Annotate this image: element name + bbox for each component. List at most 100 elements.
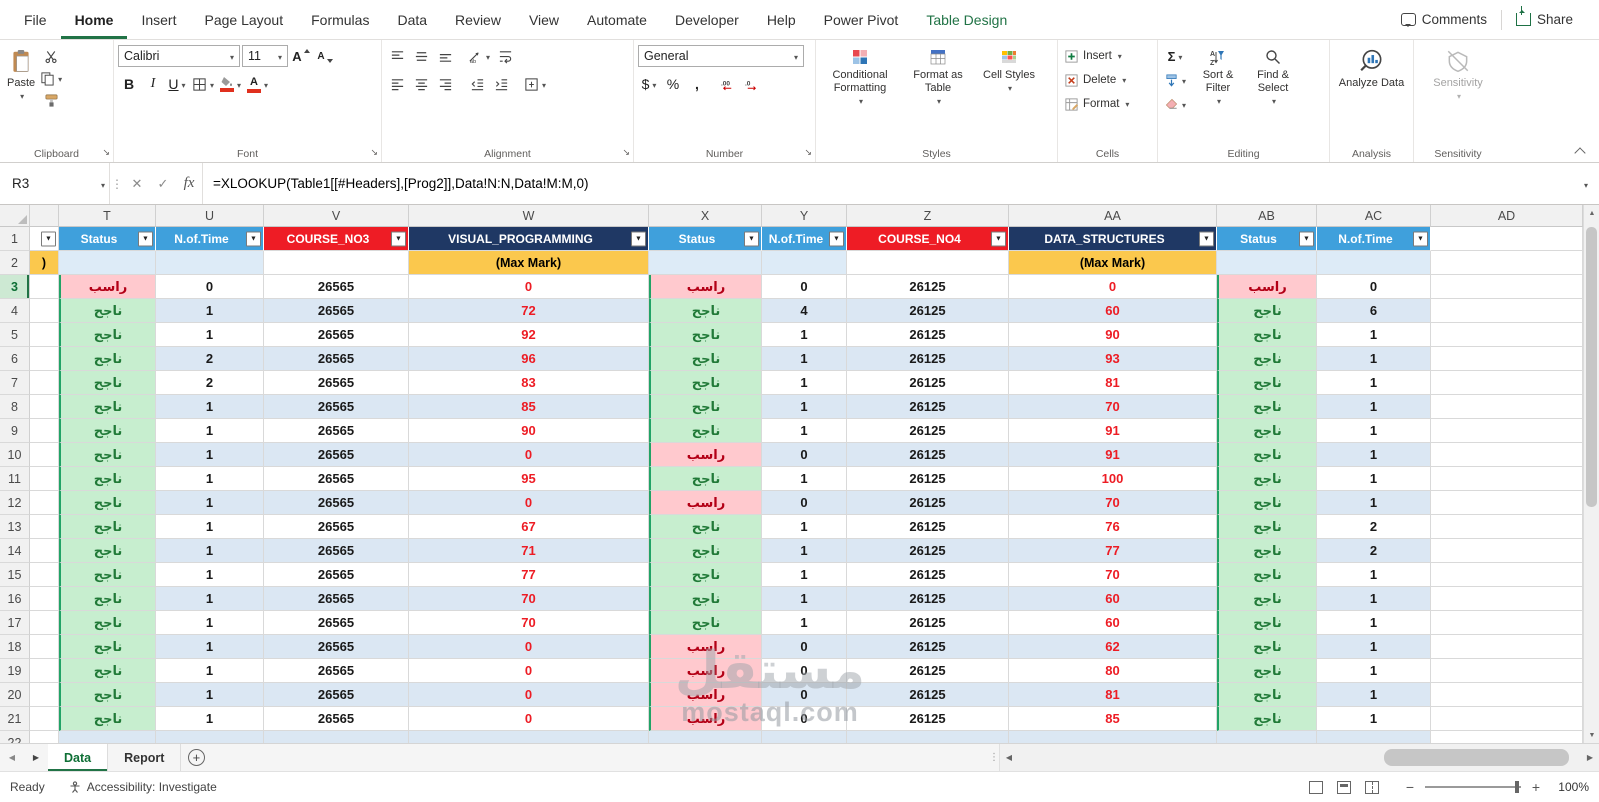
find-select-button[interactable]: Find & Select: [1246, 45, 1300, 110]
font-color-button[interactable]: A: [245, 73, 270, 95]
status-cell[interactable]: ناجح: [649, 563, 762, 587]
status-cell[interactable]: ناجح: [59, 611, 156, 635]
status-cell[interactable]: ناجح: [59, 299, 156, 323]
grid-cell[interactable]: 26125: [847, 707, 1009, 731]
grid-cell[interactable]: 26125: [847, 299, 1009, 323]
status-cell[interactable]: راسب: [649, 491, 762, 515]
grid-cell[interactable]: 26565: [264, 659, 409, 683]
grid-cell[interactable]: 72: [409, 299, 649, 323]
row-number-11[interactable]: 11: [0, 467, 30, 491]
ribbon-tab-data[interactable]: Data: [383, 0, 441, 39]
grid-cell[interactable]: [847, 251, 1009, 275]
grid-cell[interactable]: 70: [409, 587, 649, 611]
row-number-4[interactable]: 4: [0, 299, 30, 323]
status-cell[interactable]: راسب: [1217, 275, 1317, 299]
grid-cell[interactable]: 1: [156, 611, 264, 635]
grid-cell[interactable]: 26125: [847, 419, 1009, 443]
grid-cell[interactable]: [30, 587, 59, 611]
status-cell[interactable]: ناجح: [59, 419, 156, 443]
filter-button[interactable]: [246, 231, 261, 246]
status-cell[interactable]: ناجح: [59, 635, 156, 659]
italic-button[interactable]: I: [142, 73, 164, 95]
status-cell[interactable]: ناجح: [1217, 707, 1317, 731]
ribbon-tab-view[interactable]: View: [515, 0, 573, 39]
grid-cell[interactable]: 26565: [264, 467, 409, 491]
grid-cell[interactable]: 26125: [847, 515, 1009, 539]
grid-cell[interactable]: [1431, 611, 1583, 635]
status-cell[interactable]: ناجح: [59, 707, 156, 731]
row-number-1[interactable]: 1: [0, 227, 30, 251]
grid-cell[interactable]: 26565: [264, 491, 409, 515]
column-header-cell-n-of-time[interactable]: N.of.Time: [156, 227, 264, 251]
grid-cell[interactable]: 1: [762, 611, 847, 635]
status-cell[interactable]: ناجح: [1217, 467, 1317, 491]
currency-button[interactable]: $: [638, 73, 660, 95]
column-header-cell-course-no4[interactable]: COURSE_NO4: [847, 227, 1009, 251]
grid-cell[interactable]: 0: [409, 683, 649, 707]
grid-cell[interactable]: [1217, 731, 1317, 743]
status-cell[interactable]: ناجح: [59, 443, 156, 467]
align-top-button[interactable]: [386, 45, 408, 67]
grid-cell[interactable]: [1431, 515, 1583, 539]
grid-cell[interactable]: [30, 419, 59, 443]
column-header-cell-course-no3[interactable]: COURSE_NO3: [264, 227, 409, 251]
status-cell[interactable]: ناجح: [649, 371, 762, 395]
grid-cell[interactable]: [30, 707, 59, 731]
grid-cell[interactable]: 1: [762, 371, 847, 395]
analyze-data-button[interactable]: Analyze Data: [1336, 45, 1408, 93]
cut-button[interactable]: [38, 45, 64, 67]
cancel-entry-button[interactable]: [124, 163, 150, 204]
status-cell[interactable]: ناجح: [59, 515, 156, 539]
grid-cell[interactable]: 1: [1317, 659, 1431, 683]
increase-decimal-button[interactable]: .00: [716, 73, 738, 95]
column-header-AD[interactable]: AD: [1431, 205, 1583, 227]
align-left-button[interactable]: [386, 73, 408, 95]
ribbon-tab-review[interactable]: Review: [441, 0, 515, 39]
formula-input[interactable]: =XLOOKUP(Table1[[#Headers],[Prog2]],Data…: [202, 163, 1571, 204]
grid-cell[interactable]: 26565: [264, 539, 409, 563]
grid-cell[interactable]: 26125: [847, 395, 1009, 419]
underline-button[interactable]: U: [166, 73, 188, 95]
grid-cell[interactable]: [1431, 491, 1583, 515]
delete-cells-button[interactable]: Delete: [1062, 69, 1153, 91]
grid-cell[interactable]: [264, 251, 409, 275]
grid-cell[interactable]: 1: [156, 587, 264, 611]
vertical-scrollbar[interactable]: [1583, 205, 1599, 743]
status-cell[interactable]: راسب: [649, 659, 762, 683]
column-header-V[interactable]: V: [264, 205, 409, 227]
format-painter-button[interactable]: [38, 89, 64, 111]
comments-button[interactable]: Comments: [1391, 7, 1497, 32]
status-cell[interactable]: ناجح: [59, 347, 156, 371]
status-cell[interactable]: راسب: [59, 275, 156, 299]
zoom-in-button[interactable]: +: [1529, 779, 1543, 795]
grid-cell[interactable]: [30, 539, 59, 563]
grid-cell[interactable]: 1: [1317, 443, 1431, 467]
status-cell[interactable]: ناجح: [59, 659, 156, 683]
grid-cell[interactable]: 0: [762, 683, 847, 707]
status-cell[interactable]: ناجح: [1217, 299, 1317, 323]
grid-cell[interactable]: [1431, 539, 1583, 563]
grid-cell[interactable]: 1: [156, 515, 264, 539]
grid-cell[interactable]: 26125: [847, 275, 1009, 299]
grid-cell[interactable]: 26565: [264, 419, 409, 443]
scrollbar-splitter-handle[interactable]: [989, 744, 999, 771]
scroll-right-button[interactable]: [1581, 744, 1599, 771]
grid-cell[interactable]: [30, 731, 59, 743]
grid-cell[interactable]: 6: [1317, 299, 1431, 323]
grid-cell[interactable]: [1431, 731, 1583, 743]
grid-cell[interactable]: [409, 731, 649, 743]
grid-cell[interactable]: [30, 683, 59, 707]
grid-cell[interactable]: 81: [1009, 683, 1217, 707]
fill-button[interactable]: [1162, 69, 1188, 91]
next-sheet-button[interactable]: [24, 744, 48, 771]
grid-cell[interactable]: 0: [409, 275, 649, 299]
row-number-12[interactable]: 12: [0, 491, 30, 515]
status-cell[interactable]: ناجح: [1217, 443, 1317, 467]
max-mark-cell[interactable]: (Max Mark): [409, 251, 649, 275]
status-cell[interactable]: ناجح: [1217, 563, 1317, 587]
grid-cell[interactable]: 0: [409, 659, 649, 683]
number-format-combo[interactable]: General: [638, 45, 804, 67]
grid-cell[interactable]: 1: [762, 419, 847, 443]
grid-cell[interactable]: [1317, 731, 1431, 743]
row-number-20[interactable]: 20: [0, 683, 30, 707]
